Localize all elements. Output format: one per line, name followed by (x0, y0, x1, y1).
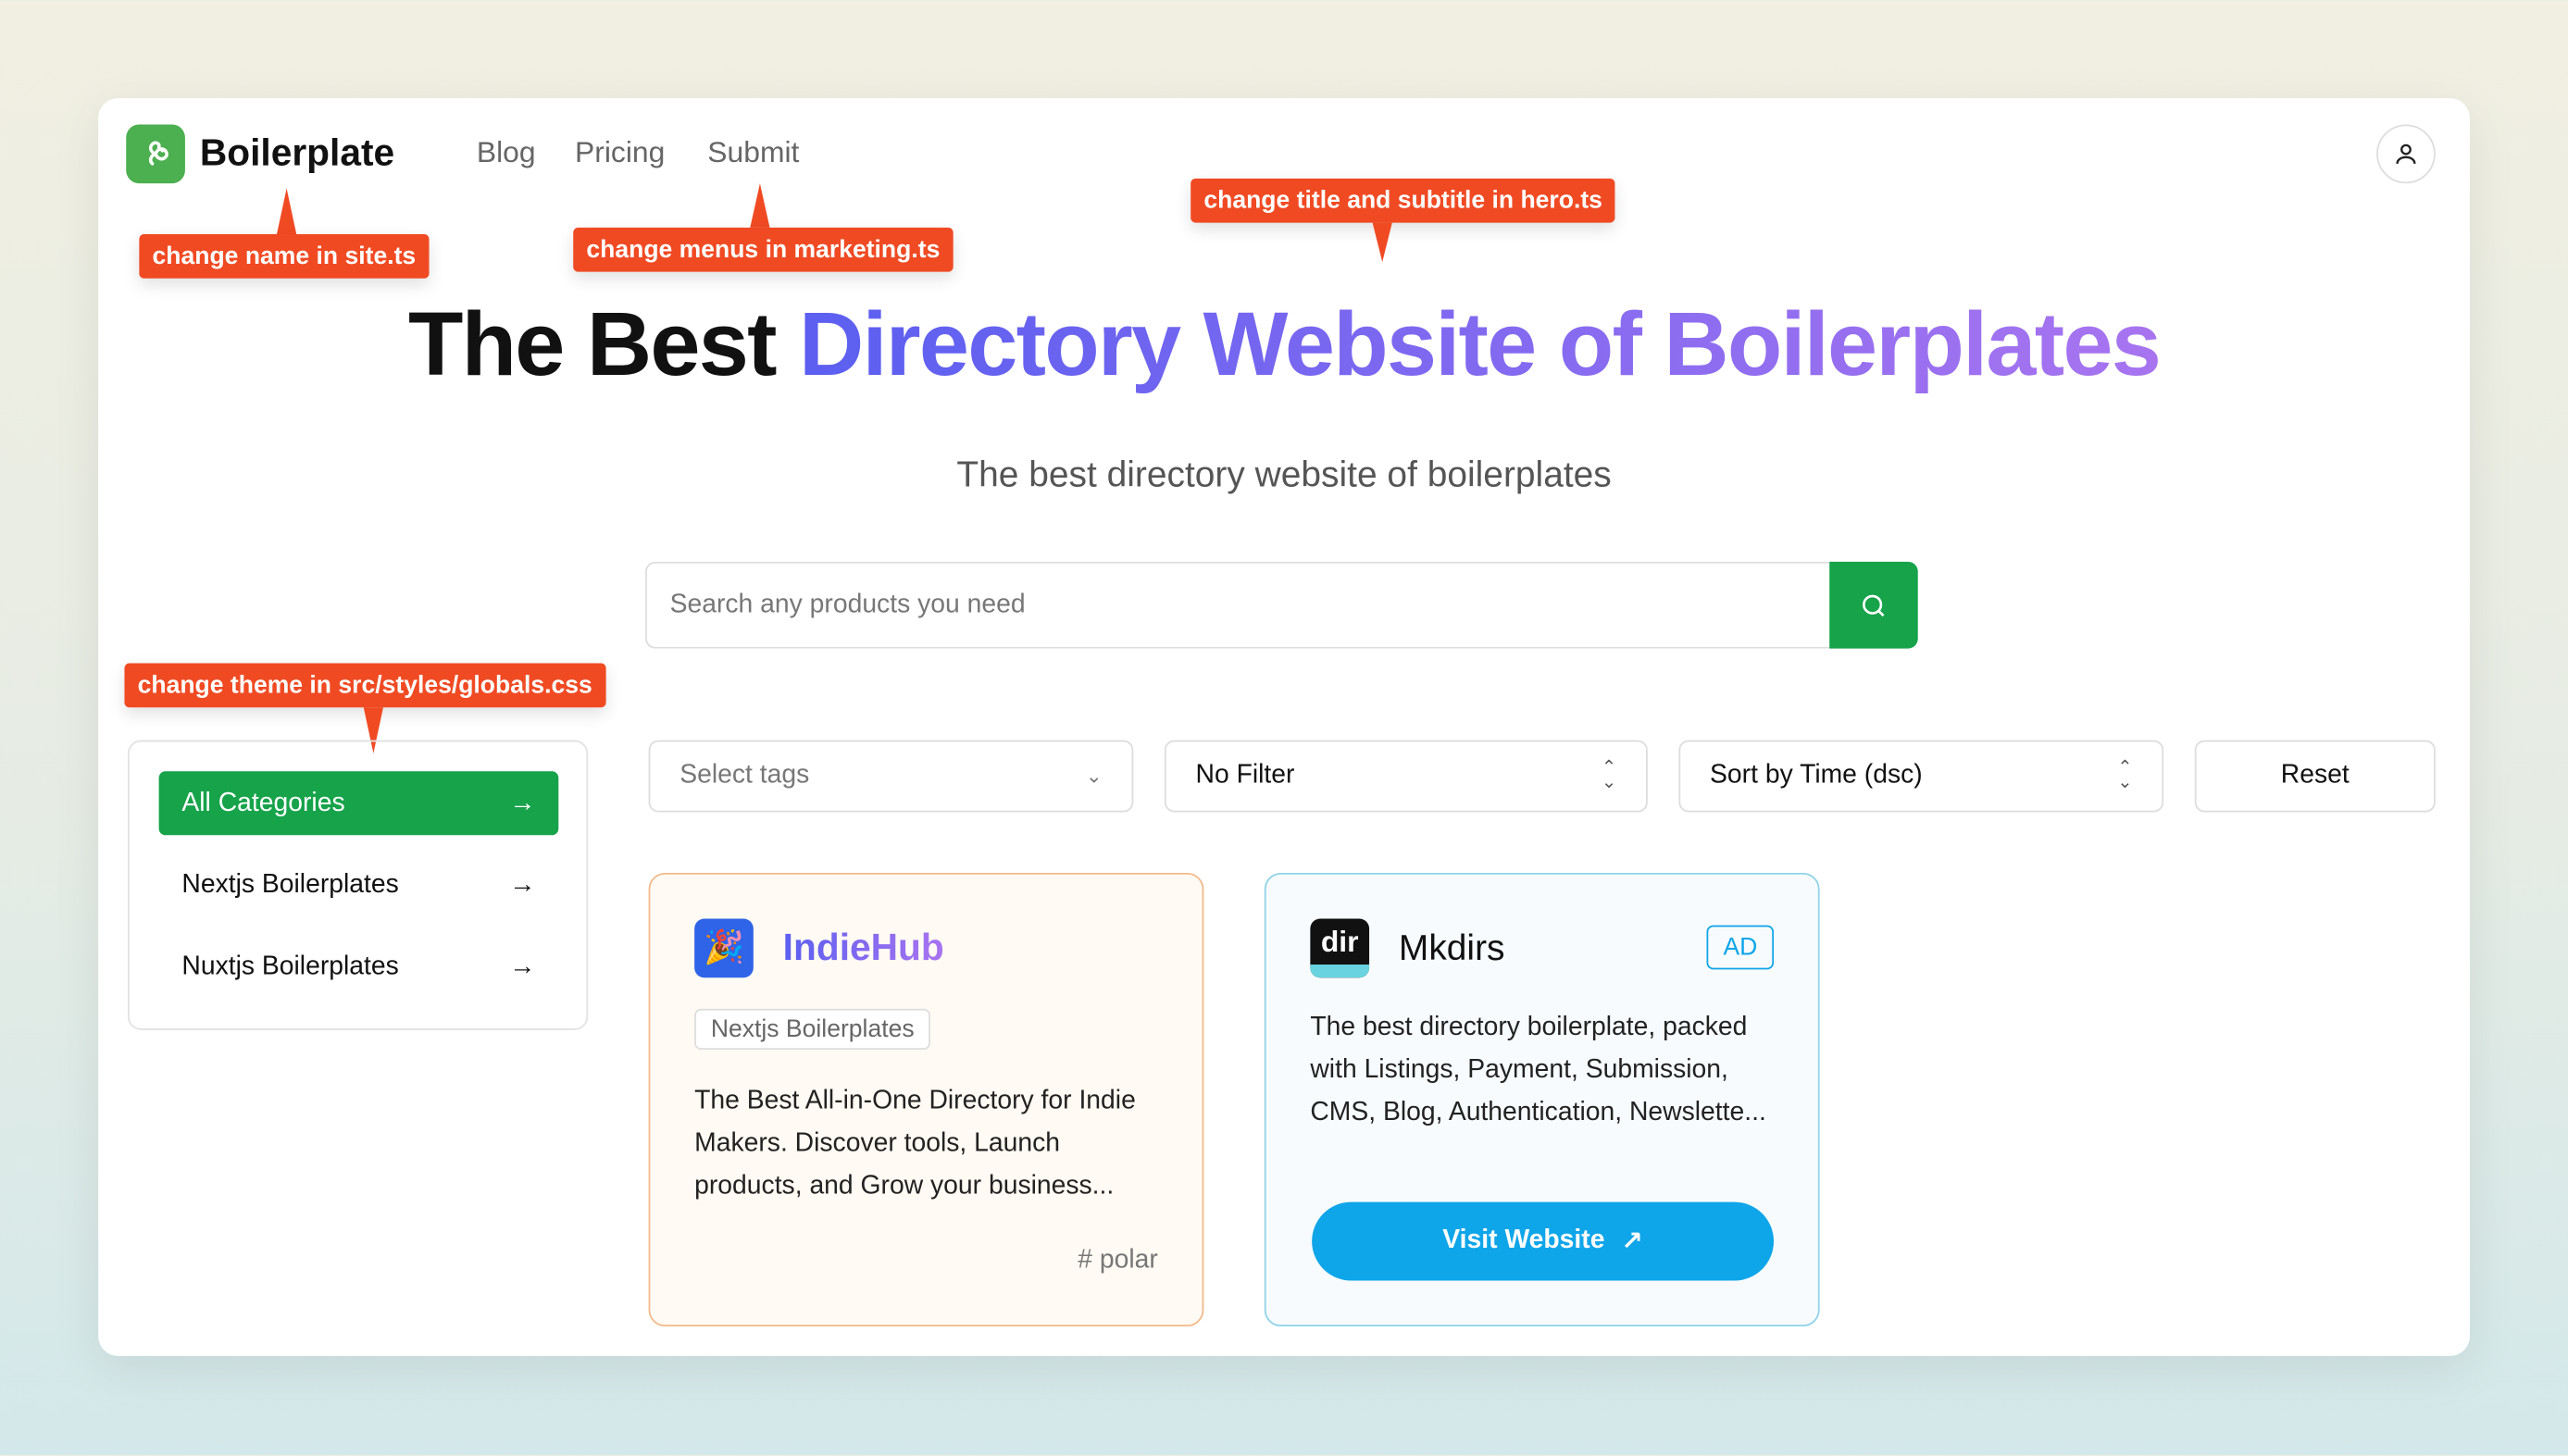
filter-select-label: No Filter (1195, 761, 1295, 790)
reset-button[interactable]: Reset (2194, 740, 2436, 813)
category-tag[interactable]: Nextjs Boilerplates (694, 1008, 931, 1051)
callout-menus: change menus in marketing.ts (573, 227, 954, 272)
category-nuxtjs[interactable]: Nuxtjs Boilerplates → (159, 935, 559, 999)
brand-name[interactable]: Boilerplate (200, 131, 394, 176)
product-description: The best directory boilerplate, packed w… (1310, 1014, 1766, 1127)
chevron-down-icon: ⌄ (1085, 765, 1103, 788)
hero-title-plain: The Best (407, 292, 800, 395)
category-label: All Categories (181, 788, 345, 816)
category-sidebar: All Categories → Nextjs Boilerplates → Nux… (127, 740, 589, 1030)
logo-icon[interactable] (126, 124, 185, 184)
callout-pointer (276, 188, 297, 234)
callout-pointer (750, 183, 770, 228)
product-card-mkdirs[interactable]: dir Mkdirs AD The best directory boilerp… (1264, 872, 1820, 1327)
sort-select[interactable]: Sort by Time (dsc) ⌃ ⌄ (1678, 740, 2164, 813)
nav-blog[interactable]: Blog (477, 136, 536, 170)
category-label: Nuxtjs Boilerplates (181, 952, 399, 980)
callout-theme: change theme in src/styles/globals.css (124, 663, 605, 708)
arrow-right-icon: → (509, 952, 536, 980)
callout-hero: change title and subtitle in hero.ts (1191, 178, 1616, 223)
chevron-updown-icon: ⌃ ⌄ (2117, 758, 2133, 793)
filter-select[interactable]: No Filter ⌃ ⌄ (1164, 740, 1648, 813)
nav-submit[interactable]: Submit (707, 136, 799, 170)
chevron-updown-icon: ⌃ ⌄ (1601, 758, 1617, 793)
tags-select[interactable]: Select tags ⌄ (648, 740, 1134, 813)
category-all[interactable]: All Categories → (158, 771, 559, 836)
arrow-right-icon: → (509, 870, 536, 899)
callout-pointer (1372, 222, 1392, 263)
sort-select-label: Sort by Time (dsc) (1710, 761, 1923, 790)
search-button[interactable] (1829, 561, 1918, 649)
arrow-up-right-icon: ↗ (1621, 1227, 1643, 1256)
visit-website-button[interactable]: Visit Website ↗ (1312, 1201, 1775, 1281)
hero-title-accent: Directory Website of Boilerplates (799, 292, 2162, 395)
user-button[interactable] (2376, 124, 2436, 184)
tags-select-label: Select tags (679, 761, 810, 790)
visit-website-label: Visit Website (1442, 1226, 1605, 1255)
product-card-indiehub[interactable]: 🎉 IndieHub Nextjs Boilerplates The Best … (648, 872, 1204, 1327)
category-nextjs[interactable]: Nextjs Boilerplates → (159, 853, 559, 917)
product-description: The Best All-in-One Directory for Indie … (694, 1087, 1136, 1201)
search-icon (1863, 593, 1885, 616)
hero-subtitle: The best directory website of boilerplat… (956, 454, 1612, 495)
hashtag[interactable]: # polar (1078, 1246, 1158, 1276)
product-name[interactable]: Mkdirs (1399, 927, 1505, 969)
hero-title: The Best Directory Website of Boilerplat… (98, 292, 2470, 396)
nav-pricing[interactable]: Pricing (575, 136, 665, 170)
category-label: Nextjs Boilerplates (181, 870, 399, 899)
search-input[interactable]: Search any products you need (645, 561, 1830, 649)
arrow-right-icon: → (509, 788, 536, 816)
product-name[interactable]: IndieHub (783, 926, 944, 970)
mkdirs-logo: dir (1310, 918, 1370, 978)
logo-text: dir (1320, 925, 1359, 958)
party-popper-icon: 🎉 (694, 918, 754, 978)
user-icon (2396, 143, 2416, 165)
callout-site-name: change name in site.ts (139, 233, 430, 279)
ad-badge: AD (1706, 925, 1775, 970)
